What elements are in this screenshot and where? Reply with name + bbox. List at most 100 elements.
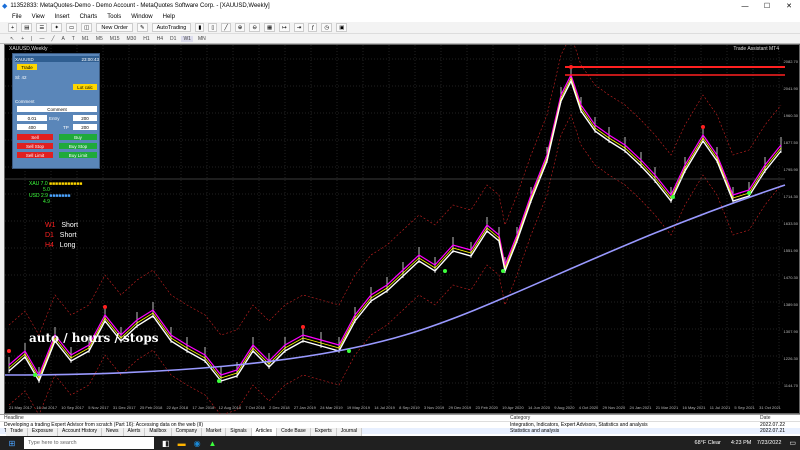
entry-label: Entry [49, 115, 60, 121]
market-watch-icon[interactable]: ☰ [36, 23, 48, 32]
vline-icon[interactable]: | [29, 36, 34, 42]
menu-file[interactable]: File [12, 14, 22, 20]
price-tick: 1144.70 [783, 383, 798, 388]
tf-m1[interactable]: M1 [80, 36, 91, 42]
buy-button[interactable]: Buy [59, 134, 97, 140]
autoscroll-icon[interactable]: ↦ [279, 23, 290, 32]
autotrading-button[interactable]: AutoTrading [151, 23, 192, 32]
buy-signal-marker [443, 269, 447, 273]
chart-window[interactable]: XAUUSD,Weekly Trade Assistant MT4 XAUUSD… [4, 44, 800, 415]
tf-d1[interactable]: D1 [168, 36, 178, 42]
app-icon: ◆ [2, 3, 8, 10]
bar-chart-icon[interactable]: ▮ [195, 23, 205, 32]
sl-input[interactable]: 400 [17, 124, 47, 130]
tester-icon[interactable]: ◫ [81, 23, 93, 32]
start-icon[interactable]: ⊞ [0, 439, 24, 448]
templates-icon[interactable]: ▣ [336, 23, 348, 32]
buy-signal-marker [217, 379, 221, 383]
cursor-icon[interactable]: ↖ [8, 36, 16, 42]
zoom-out-icon[interactable]: ⊖ [249, 23, 260, 32]
navigator-icon[interactable]: ✦ [51, 23, 62, 32]
buy-signal-marker [33, 373, 37, 377]
date-tick: 29 Nov 2020 [602, 405, 626, 410]
new-chart-icon[interactable]: + [8, 23, 18, 32]
windows-taskbar: ⊞ Type here to search ◧ ▬ ◉ ▲ 68°F Clear… [0, 436, 800, 450]
date-tick: 10 Sep 2017 [61, 405, 84, 410]
clock: 4:23 PM 7/23/2022 [731, 440, 781, 446]
tab-account-history[interactable]: Account History [58, 428, 103, 436]
comment-input[interactable]: Comment [17, 106, 97, 112]
terminal-header: Headline Category Date [0, 415, 800, 422]
signal-dir: Long [59, 242, 76, 249]
entry-input[interactable]: 200 [73, 115, 97, 121]
price-tick: 2041.90 [783, 86, 798, 91]
signal-dir: Short [59, 232, 77, 239]
menu-help[interactable]: Help [163, 14, 175, 20]
menu-tools[interactable]: Tools [107, 14, 121, 20]
notification-icon[interactable]: ▭ [789, 439, 796, 447]
tab-code-base[interactable]: Code Base [277, 428, 311, 436]
line-chart-icon[interactable]: ╱ [221, 23, 231, 32]
menu-charts[interactable]: Charts [80, 14, 98, 20]
candle-chart-icon[interactable]: ▯ [208, 23, 218, 32]
tab-experts[interactable]: Experts [310, 428, 337, 436]
panel-symbol: XAUUSD [15, 56, 34, 62]
maximize-button[interactable]: ☐ [756, 0, 778, 12]
periods-icon[interactable]: ◷ [321, 23, 333, 32]
tf-m15[interactable]: M15 [108, 36, 122, 42]
tab-exposure[interactable]: Exposure [27, 428, 59, 436]
hline-icon[interactable]: — [37, 36, 46, 42]
edge-icon[interactable]: ◉ [194, 439, 201, 448]
chart-shift-icon[interactable]: ⇥ [293, 23, 305, 32]
signal-row: W1 Short [45, 221, 78, 231]
tab-mailbox[interactable]: Mailbox [145, 428, 172, 436]
task-view-icon[interactable]: ◧ [162, 439, 170, 448]
text-icon[interactable]: A [59, 36, 66, 42]
label-icon[interactable]: T [70, 36, 77, 42]
tab-company[interactable]: Company [171, 428, 202, 436]
buy-limit-button[interactable]: Buy Limit [59, 152, 97, 158]
tf-w1[interactable]: W1 [181, 35, 193, 42]
tab-articles[interactable]: Articles [251, 428, 278, 436]
metaeditor-icon[interactable]: ✎ [136, 23, 148, 32]
tab-alerts[interactable]: Alerts [123, 428, 146, 436]
menu-view[interactable]: View [32, 14, 45, 20]
profiles-icon[interactable]: ▤ [21, 23, 33, 32]
indicators-icon[interactable]: ƒ [308, 23, 318, 32]
tab-trade[interactable]: Trade [6, 428, 28, 436]
tab-journal[interactable]: Journal [336, 428, 363, 436]
minimize-button[interactable]: — [734, 0, 756, 12]
tab-news[interactable]: News [102, 428, 124, 436]
lot-calc-button[interactable]: Lot calc [73, 84, 97, 90]
explorer-icon[interactable]: ▬ [178, 439, 186, 448]
new-order-button[interactable]: New Order [96, 23, 133, 32]
sell-button[interactable]: Sell [17, 134, 53, 140]
tp-input[interactable]: 200 [73, 124, 97, 130]
sell-limit-button[interactable]: Sell Limit [17, 152, 53, 158]
tf-h4[interactable]: H4 [155, 36, 165, 42]
metatrader-icon[interactable]: ▲ [209, 439, 217, 448]
crosshair-icon[interactable]: + [19, 36, 26, 42]
sell-stop-button[interactable]: Sell Stop [17, 143, 53, 149]
zoom-in-icon[interactable]: ⊕ [234, 23, 246, 32]
tf-mn[interactable]: MN [196, 36, 208, 42]
date-tick: 22 Apr 2018 [166, 405, 189, 410]
trendline-icon[interactable]: ╱ [49, 36, 56, 42]
tf-m30[interactable]: M30 [125, 36, 139, 42]
search-input[interactable]: Type here to search [24, 437, 154, 449]
terminal-icon[interactable]: ▭ [65, 23, 78, 32]
buy-stop-button[interactable]: Buy Stop [59, 143, 97, 149]
price-chart[interactable] [5, 45, 800, 415]
tf-m5[interactable]: M5 [94, 36, 105, 42]
tf-h1[interactable]: H1 [141, 36, 151, 42]
menu-window[interactable]: Window [131, 14, 152, 20]
sell-signal-marker [569, 65, 573, 69]
tile-icon[interactable]: ▦ [263, 23, 276, 32]
date-tick: 25 Feb 2018 [139, 405, 163, 410]
close-button[interactable]: ✕ [778, 0, 800, 12]
trade-button[interactable]: Trade [17, 64, 37, 70]
tab-signals[interactable]: Signals [226, 428, 252, 436]
menu-insert[interactable]: Insert [55, 14, 70, 20]
tab-market[interactable]: Market [201, 428, 227, 436]
lot-input[interactable]: 0.01 [17, 115, 47, 121]
